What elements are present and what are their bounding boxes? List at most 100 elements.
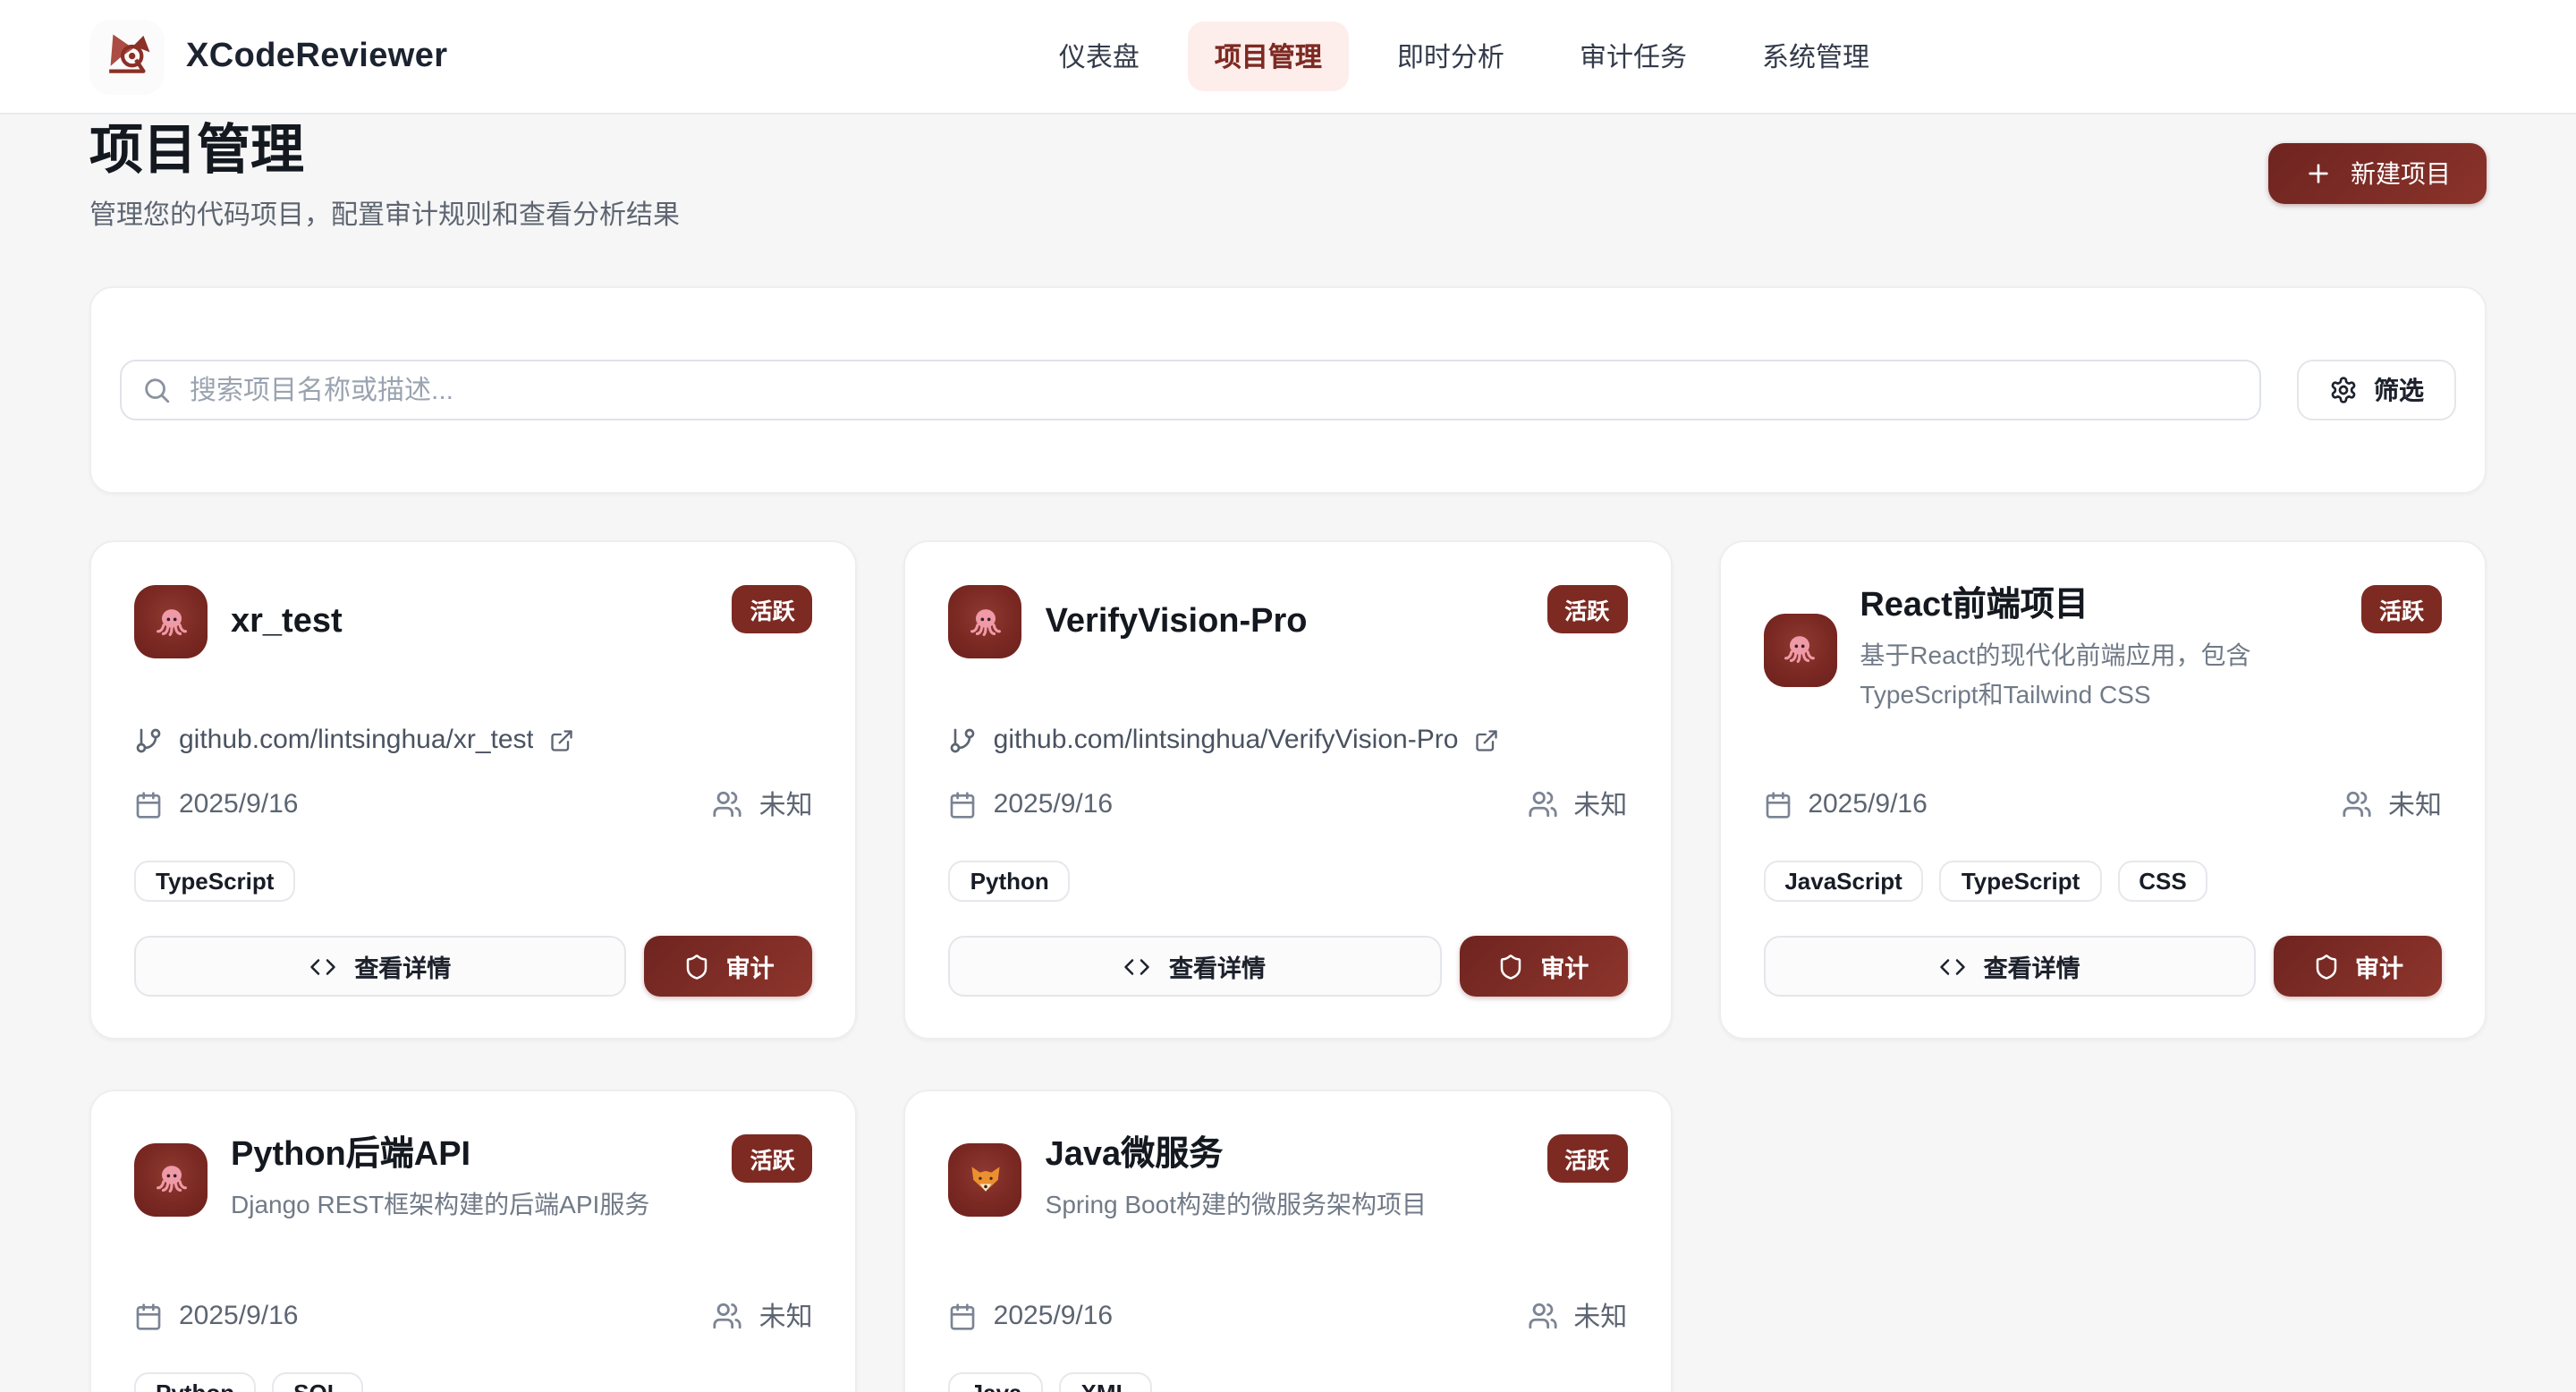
language-tag: Python xyxy=(134,1372,256,1392)
octopus-avatar xyxy=(134,1142,208,1216)
git-branch-icon xyxy=(134,726,163,754)
date-value: 2025/9/16 xyxy=(994,1301,1113,1331)
date-meta: 2025/9/16 xyxy=(134,1301,298,1331)
calendar-icon xyxy=(949,1302,978,1330)
members-meta: 未知 xyxy=(713,1297,813,1335)
external-link-icon xyxy=(1474,727,1499,752)
git-branch-icon xyxy=(949,726,978,754)
card-header: xr_test 活跃 xyxy=(134,585,813,658)
audit-label: 审计 xyxy=(726,948,775,984)
card-actions: 查看详情 审计 xyxy=(134,936,813,997)
date-meta: 2025/9/16 xyxy=(1763,789,1927,819)
meta-row: 2025/9/16 未知 xyxy=(949,1297,1628,1335)
code-icon xyxy=(1939,953,1966,980)
audit-label: 审计 xyxy=(1540,948,1589,984)
tags-row: Java XML xyxy=(949,1372,1628,1392)
status-badge: 活跃 xyxy=(1546,1134,1627,1183)
project-card-xr-test: xr_test 活跃 github.com/lintsinghua/xr_tes… xyxy=(89,540,858,1040)
project-description: Spring Boot构建的微服务架构项目 xyxy=(1046,1184,1530,1224)
app-logo-icon xyxy=(89,19,165,94)
repo-url: github.com/lintsinghua/xr_test xyxy=(179,725,534,755)
nav-item-projects[interactable]: 项目管理 xyxy=(1188,21,1349,91)
audit-button[interactable]: 审计 xyxy=(2274,936,2442,997)
members-meta: 未知 xyxy=(713,785,813,823)
calendar-icon xyxy=(949,790,978,819)
users-icon xyxy=(2342,789,2372,819)
tags-row: TypeScript xyxy=(134,861,813,902)
shield-icon xyxy=(1497,953,1524,980)
users-icon xyxy=(713,789,743,819)
code-icon xyxy=(1124,953,1151,980)
nav-item-instant-analysis[interactable]: 即时分析 xyxy=(1370,21,1531,91)
view-details-button[interactable]: 查看详情 xyxy=(949,936,1442,997)
repo-link[interactable]: github.com/lintsinghua/xr_test xyxy=(134,725,813,755)
view-details-label: 查看详情 xyxy=(1984,948,2080,984)
status-badge: 活跃 xyxy=(733,585,813,633)
gear-icon xyxy=(2329,376,2358,404)
top-navigation-bar: XCodeReviewer 仪表盘 项目管理 即时分析 审计任务 系统管理 xyxy=(0,0,2576,115)
meta-row: 2025/9/16 未知 xyxy=(134,785,813,823)
project-name: Python后端API xyxy=(231,1134,715,1177)
page-title: 项目管理 xyxy=(89,122,680,181)
search-input[interactable] xyxy=(120,360,2261,420)
view-details-label: 查看详情 xyxy=(1169,948,1266,984)
audit-button[interactable]: 审计 xyxy=(1459,936,1627,997)
audit-button[interactable]: 审计 xyxy=(645,936,813,997)
brand-name: XCodeReviewer xyxy=(186,37,447,76)
language-tag: JavaScript xyxy=(1763,861,1924,902)
main-nav: 仪表盘 项目管理 即时分析 审计任务 系统管理 xyxy=(1032,21,1896,91)
project-name: React前端项目 xyxy=(1860,585,2343,628)
external-link-icon xyxy=(550,727,575,752)
calendar-icon xyxy=(134,790,163,819)
language-tag: SQL xyxy=(272,1372,362,1392)
date-value: 2025/9/16 xyxy=(179,1301,298,1331)
fox-avatar xyxy=(949,1142,1022,1216)
repo-url: github.com/lintsinghua/VerifyVision-Pro xyxy=(994,725,1459,755)
view-details-button[interactable]: 查看详情 xyxy=(1763,936,2256,997)
members-value: 未知 xyxy=(2388,785,2442,823)
octopus-avatar xyxy=(949,585,1022,658)
project-card-java-microservices: Java微服务 Spring Boot构建的微服务架构项目 活跃 2025/9/… xyxy=(904,1090,1673,1392)
tags-row: Python xyxy=(949,861,1628,902)
members-value: 未知 xyxy=(759,785,813,823)
language-tag: Python xyxy=(949,861,1071,902)
new-project-label: 新建项目 xyxy=(2351,156,2451,191)
users-icon xyxy=(713,1301,743,1331)
card-actions: 查看详情 审计 xyxy=(1763,936,2442,997)
tags-row: Python SQL xyxy=(134,1372,813,1392)
project-card-python-backend-api: Python后端API Django REST框架构建的后端API服务 活跃 2… xyxy=(89,1090,858,1392)
date-value: 2025/9/16 xyxy=(994,789,1113,819)
filter-button[interactable]: 筛选 xyxy=(2297,360,2456,420)
search-filter-panel: 筛选 xyxy=(89,286,2487,494)
nav-item-dashboard[interactable]: 仪表盘 xyxy=(1032,21,1166,91)
search-icon xyxy=(141,375,172,405)
members-meta: 未知 xyxy=(1527,1297,1627,1335)
members-value: 未知 xyxy=(1573,1297,1627,1335)
octopus-icon xyxy=(151,1159,191,1199)
members-value: 未知 xyxy=(1573,785,1627,823)
nav-item-audit-tasks[interactable]: 审计任务 xyxy=(1553,21,1714,91)
search-box xyxy=(120,360,2261,420)
status-badge: 活跃 xyxy=(1546,585,1627,633)
view-details-label: 查看详情 xyxy=(354,948,451,984)
new-project-button[interactable]: 新建项目 xyxy=(2268,143,2487,204)
view-details-button[interactable]: 查看详情 xyxy=(134,936,627,997)
meta-row: 2025/9/16 未知 xyxy=(949,785,1628,823)
members-value: 未知 xyxy=(759,1297,813,1335)
language-tag: CSS xyxy=(2117,861,2207,902)
shield-icon xyxy=(2312,953,2339,980)
brand-home-link[interactable]: XCodeReviewer xyxy=(89,19,447,94)
card-header: Python后端API Django REST框架构建的后端API服务 活跃 xyxy=(134,1134,813,1224)
date-value: 2025/9/16 xyxy=(179,789,298,819)
filter-label: 筛选 xyxy=(2374,372,2424,408)
repo-link[interactable]: github.com/lintsinghua/VerifyVision-Pro xyxy=(949,725,1628,755)
card-header: Java微服务 Spring Boot构建的微服务架构项目 活跃 xyxy=(949,1134,1628,1224)
users-icon xyxy=(1527,1301,1557,1331)
calendar-icon xyxy=(1763,790,1792,819)
language-tag: Java xyxy=(949,1372,1044,1392)
page-subtitle: 管理您的代码项目，配置审计规则和查看分析结果 xyxy=(89,195,680,233)
project-card-react-frontend: React前端项目 基于React的现代化前端应用，包含TypeScript和T… xyxy=(1718,540,2487,1040)
date-meta: 2025/9/16 xyxy=(949,1301,1113,1331)
nav-item-system-admin[interactable]: 系统管理 xyxy=(1735,21,1896,91)
octopus-icon xyxy=(966,602,1005,641)
